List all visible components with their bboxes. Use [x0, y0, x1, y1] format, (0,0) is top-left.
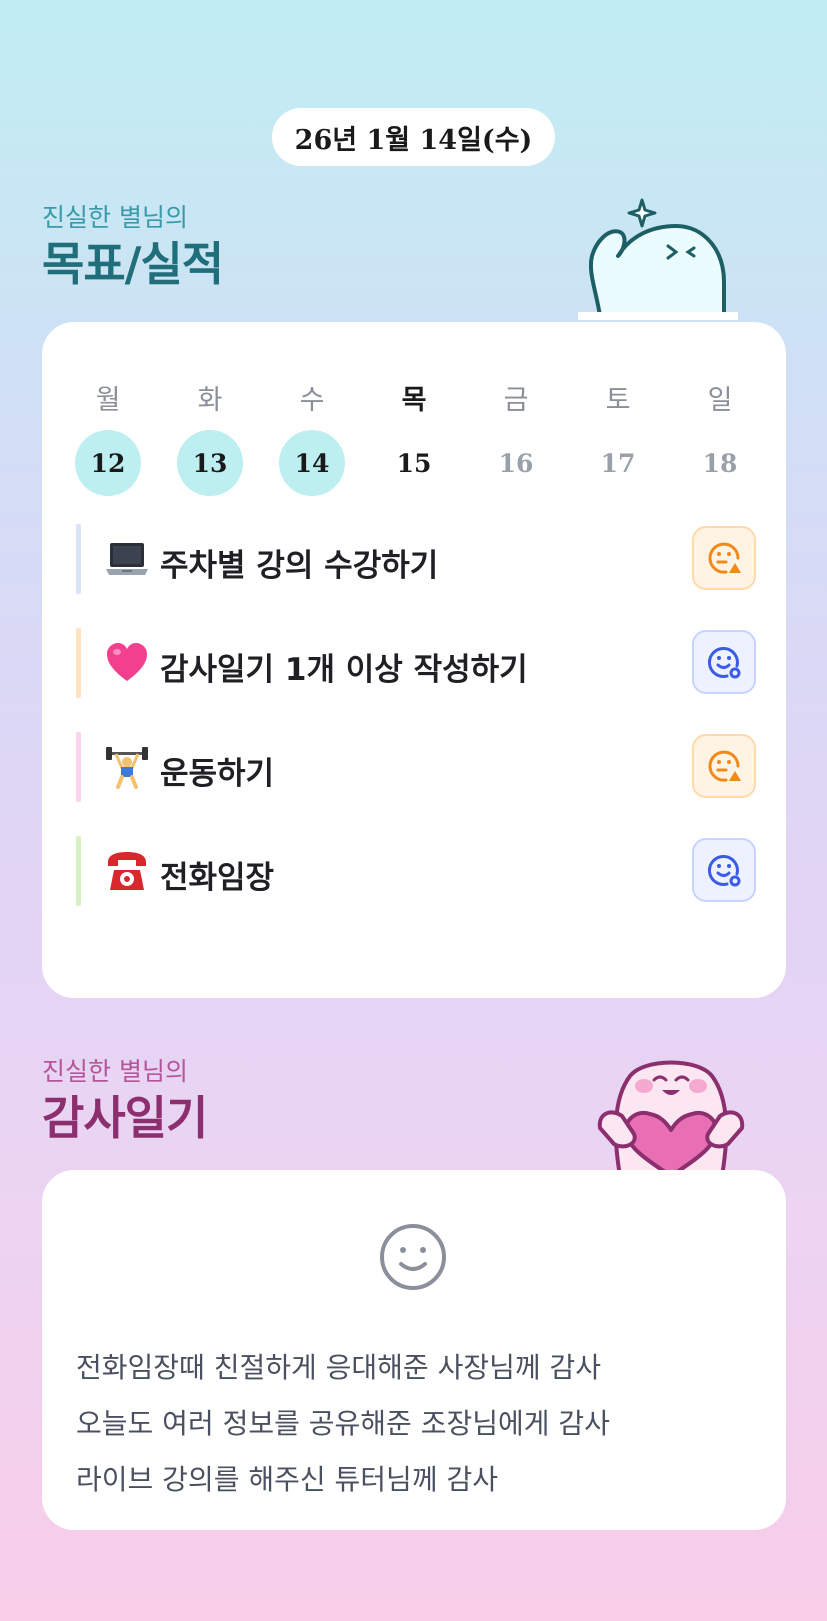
laptop-icon	[106, 543, 148, 575]
diary-card: 전화임장때 친절하게 응대해준 사장님께 감사 오늘도 여러 정보를 공유해준 …	[42, 1170, 786, 1530]
goal-status-done[interactable]	[692, 838, 756, 902]
telephone-icon	[108, 852, 146, 890]
weekday-thu: 목	[401, 385, 427, 416]
calendar-day-18[interactable]: 18	[687, 430, 753, 496]
calendar-day-17[interactable]: 17	[585, 430, 651, 496]
goals-section-title: 목표/실적	[42, 237, 224, 291]
diary-line: 라이브 강의를 해주신 튜터님께 감사	[76, 1463, 499, 1496]
goal-color-bar	[76, 524, 81, 594]
goal-status-partial[interactable]	[692, 526, 756, 590]
date-pill[interactable]: 26년 1월 14일(수)	[272, 108, 555, 166]
neutral-warning-face-icon	[708, 750, 741, 782]
goal-item-diary[interactable]: 감사일기 1개 이상 작성하기	[76, 628, 756, 698]
smile-face-icon	[708, 647, 741, 679]
smile-face-icon	[708, 855, 741, 887]
pink-mascot-illustration	[594, 1060, 754, 1180]
calendar-day-12[interactable]: 12	[75, 430, 141, 496]
weekday-fri: 금	[503, 385, 529, 416]
pink-heart-icon	[107, 643, 147, 681]
goal-status-partial[interactable]	[692, 734, 756, 798]
goal-text: 주차별 강의 수강하기	[160, 548, 439, 584]
weightlifter-icon	[106, 747, 148, 789]
diary-line: 오늘도 여러 정보를 공유해준 조장님에게 감사	[76, 1407, 610, 1440]
weekday-sun: 일	[707, 385, 733, 416]
goal-color-bar	[76, 628, 81, 698]
calendar-day-13[interactable]: 13	[177, 430, 243, 496]
mint-mascot-illustration	[578, 198, 738, 320]
calendar-day-14[interactable]: 14	[279, 430, 345, 496]
goal-item-exercise[interactable]: 운동하기	[76, 732, 756, 802]
goal-text: 운동하기	[160, 756, 275, 792]
date-label: 26년 1월 14일(수)	[294, 124, 533, 156]
weekday-row: 월 화 수 목 금 토 일	[42, 366, 786, 436]
goal-item-lecture[interactable]: 주차별 강의 수강하기	[76, 524, 756, 594]
weekday-wed: 수	[299, 385, 325, 416]
weekday-mon: 월	[95, 385, 121, 416]
diary-section-title: 감사일기	[42, 1091, 208, 1145]
calendar-day-15[interactable]: 15	[381, 430, 447, 496]
smile-face-icon	[380, 1224, 446, 1290]
weekday-sat: 토	[605, 385, 631, 416]
goal-status-done[interactable]	[692, 630, 756, 694]
neutral-warning-face-icon	[708, 542, 741, 574]
diary-line: 전화임장때 친절하게 응대해준 사장님께 감사	[76, 1351, 602, 1384]
calendar-day-16[interactable]: 16	[483, 430, 549, 496]
goal-color-bar	[76, 836, 81, 906]
date-row: 12 13 14 15 16 17 18	[42, 430, 786, 500]
weekday-tue: 화	[197, 385, 223, 416]
goal-text: 감사일기 1개 이상 작성하기	[160, 652, 528, 688]
goal-item-phone[interactable]: 전화임장	[76, 836, 756, 906]
goals-card: 월 화 수 목 금 토 일 12 13 14 15 16 17 18 주차별 강…	[42, 322, 786, 998]
goal-text: 전화임장	[160, 860, 275, 896]
goal-color-bar	[76, 732, 81, 802]
